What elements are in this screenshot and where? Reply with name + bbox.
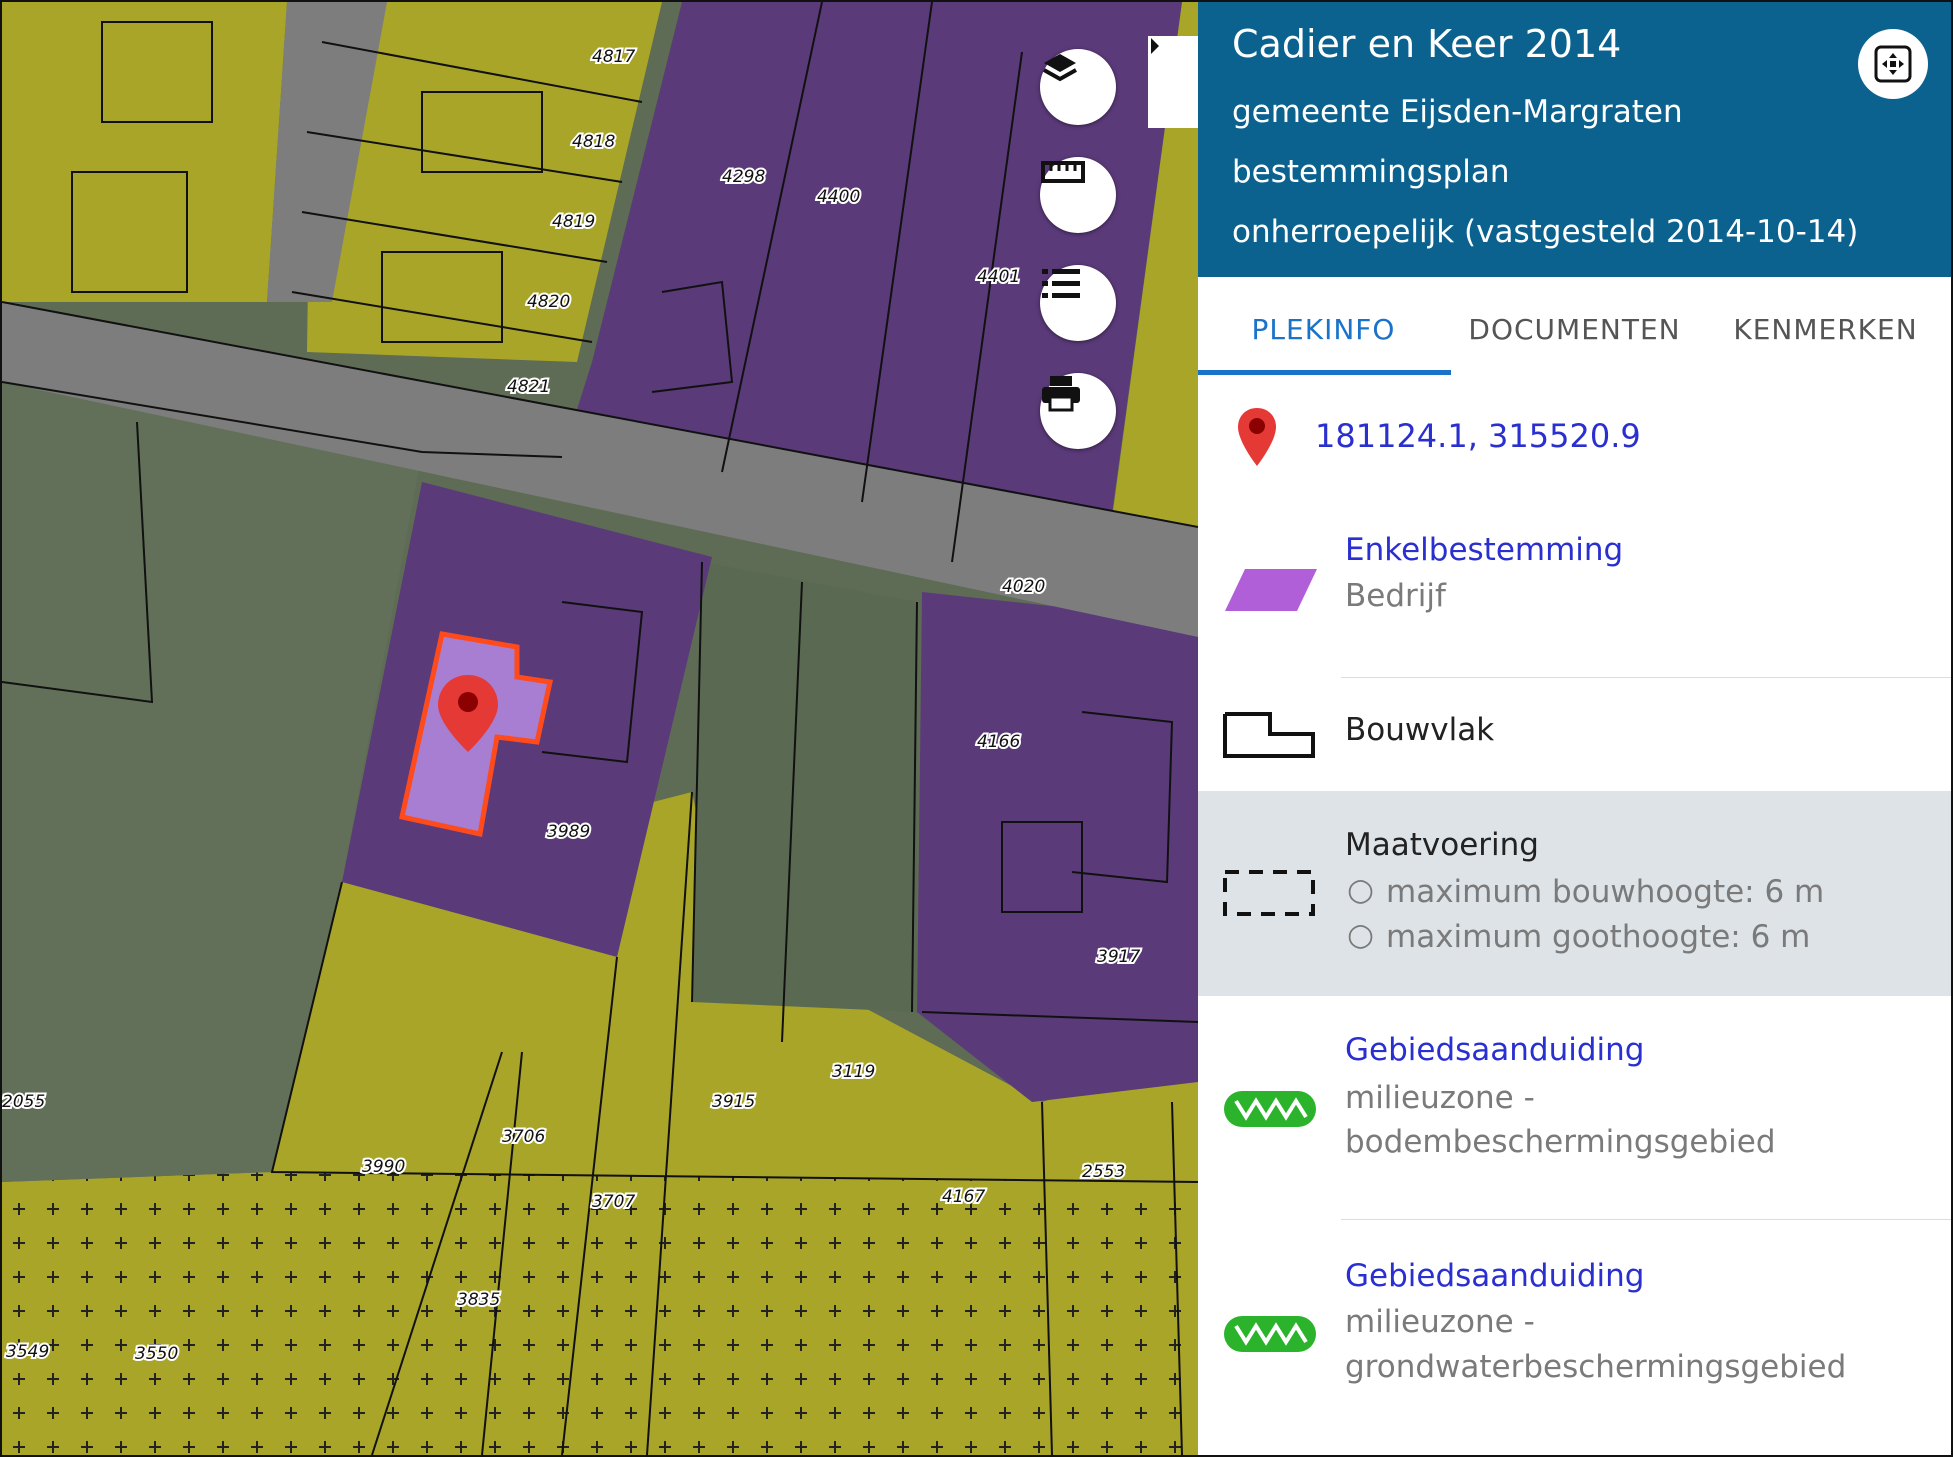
caret-right-icon [1151, 38, 1159, 54]
max-goothoogte: maximum goothoogte: 6 m [1386, 919, 1811, 955]
parcel-label: 3835 [457, 1290, 500, 1310]
divider [1341, 677, 1951, 678]
parcel-label: 3706 [502, 1127, 545, 1147]
gebiedsaanduiding-2-line1: milieuzone - [1345, 1304, 1535, 1340]
gebiedsaanduiding-1-line1: milieuzone - [1345, 1080, 1535, 1116]
map-view[interactable]: 4817 4818 4819 4820 4821 4298 4400 4401 … [2, 2, 1198, 1455]
coordinates-link[interactable]: 181124.1, 315520.9 [1315, 417, 1641, 455]
plan-status: onherroepelijk (vastgesteld 2014-10-14) [1232, 214, 1859, 250]
gebiedsaanduiding-link-2[interactable]: Gebiedsaanduiding [1345, 1258, 1644, 1294]
divider [1341, 1219, 1951, 1220]
parcel-label: 4817 [592, 47, 635, 67]
gebiedsaanduiding-2-line2: grondwaterbeschermingsgebied [1345, 1349, 1847, 1385]
parcel-label: 3119 [832, 1062, 875, 1082]
legend-button[interactable] [1040, 265, 1116, 341]
parcel-label: 3915 [712, 1092, 755, 1112]
tab-documenten[interactable]: DOCUMENTEN [1449, 277, 1700, 381]
parcel-label: 4401 [977, 267, 1020, 287]
parcel-label: 4020 [1002, 577, 1045, 597]
zone-yellow-nw [2, 2, 287, 302]
parcel-label: 3707 [592, 1192, 635, 1212]
map-canvas[interactable]: 4817 4818 4819 4820 4821 4298 4400 4401 … [2, 2, 1198, 1455]
parcel-label: 3550 [135, 1344, 178, 1364]
layers-button[interactable] [1040, 49, 1116, 125]
parcel-label: 4821 [507, 377, 550, 397]
printer-icon [1042, 376, 1080, 412]
parcel-label: 4819 [552, 212, 595, 232]
active-tab-indicator [1198, 370, 1451, 375]
gebiedsaanduiding-1-line2: bodembeschermingsgebied [1345, 1124, 1776, 1160]
zone-purple-e [917, 592, 1198, 1102]
info-panel: Cadier en Keer 2014 gemeente Eijsden-Mar… [1198, 2, 1951, 1455]
zone-grass-mid [692, 562, 917, 1012]
zoom-to-plan-button[interactable] [1858, 29, 1928, 99]
municipality: gemeente Eijsden-Margraten [1232, 94, 1683, 130]
move-arrows-icon [1874, 45, 1912, 83]
parcel-label: 4400 [817, 187, 860, 207]
gebiedsaanduiding-zigzag-icon [1224, 1316, 1316, 1352]
parcel-label: 3990 [362, 1157, 405, 1177]
panel-header: Cadier en Keer 2014 gemeente Eijsden-Mar… [1198, 2, 1951, 277]
plan-title: Cadier en Keer 2014 [1232, 22, 1622, 66]
measure-button[interactable] [1040, 157, 1116, 233]
maatvoering-label: Maatvoering [1345, 827, 1539, 863]
enkelbestemming-value: Bedrijf [1345, 578, 1446, 614]
legend-list-icon [1042, 269, 1080, 298]
plan-type: bestemmingsplan [1232, 154, 1510, 190]
parcel-label: 4167 [942, 1187, 985, 1207]
parcel-label: 4298 [722, 167, 765, 187]
bullet-icon: ○ [1347, 917, 1375, 953]
bouwvlak-label: Bouwvlak [1345, 712, 1495, 748]
tab-kenmerken[interactable]: KENMERKEN [1700, 277, 1951, 381]
print-button[interactable] [1040, 373, 1116, 449]
gebiedsaanduiding-zigzag-icon [1224, 1091, 1316, 1127]
parcel-label: 4166 [977, 732, 1020, 752]
ruler-icon [1041, 161, 1085, 183]
parcel-label: 4820 [527, 292, 570, 312]
bullet-icon: ○ [1347, 872, 1375, 908]
layers-icon [1043, 54, 1077, 82]
parcel-label: 2055 [2, 1092, 45, 1112]
parcel-label: 3549 [6, 1342, 49, 1362]
parcel-label: 2553 [1082, 1162, 1125, 1182]
maatvoering-dashed-icon [1223, 870, 1315, 916]
collapse-panel-button[interactable] [1148, 36, 1198, 128]
parcel-label: 4818 [572, 132, 615, 152]
parcel-label: 3917 [1097, 947, 1140, 967]
bouwvlak-icon [1223, 712, 1315, 758]
app-window: 4817 4818 4819 4820 4821 4298 4400 4401 … [0, 0, 1953, 1457]
zone-swatch-icon [1225, 569, 1317, 611]
parcel-label: 3989 [547, 822, 590, 842]
location-pin-icon [1238, 408, 1276, 466]
enkelbestemming-link[interactable]: Enkelbestemming [1345, 532, 1623, 568]
hatch-zone [2, 1172, 1198, 1455]
max-bouwhoogte: maximum bouwhoogte: 6 m [1386, 874, 1825, 910]
tab-bar: PLEKINFO DOCUMENTEN KENMERKEN [1198, 277, 1951, 381]
tab-plekinfo[interactable]: PLEKINFO [1198, 277, 1449, 381]
gebiedsaanduiding-link-1[interactable]: Gebiedsaanduiding [1345, 1032, 1644, 1068]
